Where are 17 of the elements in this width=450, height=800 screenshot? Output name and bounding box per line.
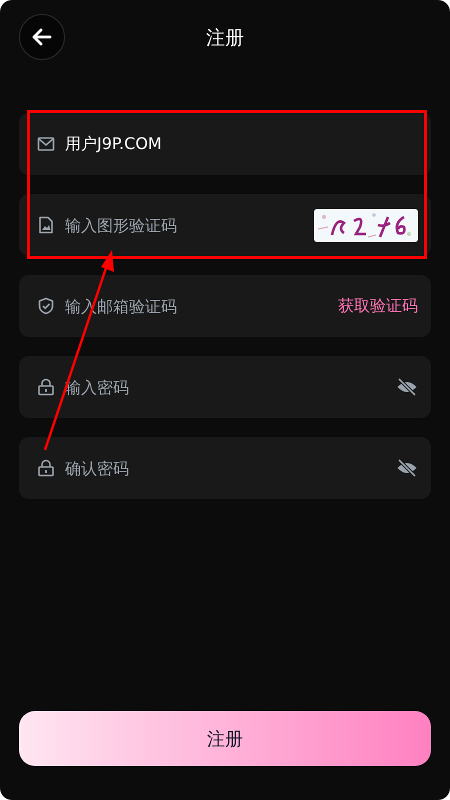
- email-field[interactable]: 用户J9P.COM: [19, 113, 431, 175]
- back-button[interactable]: [19, 14, 65, 60]
- lock-icon: [37, 378, 55, 396]
- eye-off-icon[interactable]: [396, 457, 418, 479]
- captcha-input-field[interactable]: 输入图形验证码: [65, 216, 304, 234]
- envelope-icon: [37, 135, 55, 153]
- password-field[interactable]: 确认密码: [19, 437, 431, 499]
- shield-check-icon: [37, 297, 55, 315]
- get-code-link[interactable]: 获取验证码: [338, 296, 418, 316]
- lock-icon: [37, 459, 55, 477]
- page-title: 注册: [206, 26, 244, 51]
- password-input-field[interactable]: 确认密码: [65, 458, 386, 478]
- email-input-field[interactable]: 用户J9P.COM: [65, 134, 418, 154]
- register-button[interactable]: 注册: [19, 711, 431, 766]
- captcha-field[interactable]: 输入图形验证码: [19, 194, 431, 256]
- eye-off-icon[interactable]: [396, 376, 418, 398]
- image-icon: [37, 216, 55, 234]
